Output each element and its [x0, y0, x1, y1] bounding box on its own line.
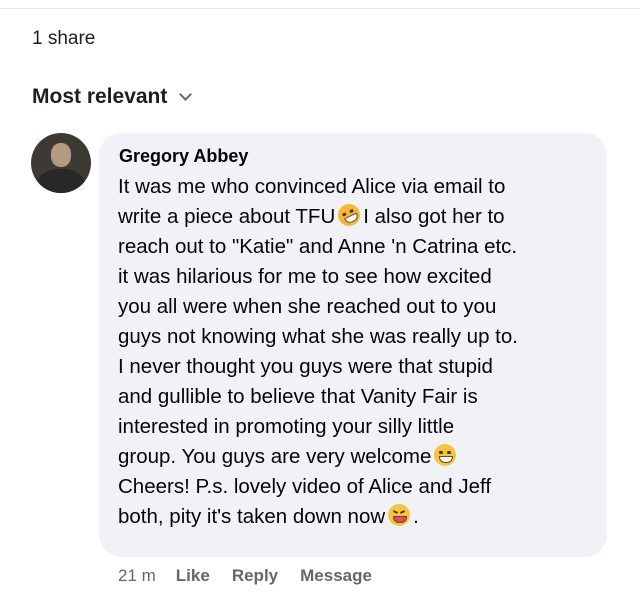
comment-actions: 21 m Like Reply Message	[118, 566, 394, 586]
rolling-laughing-emoji-icon	[334, 200, 364, 230]
comment-text: I also got her to	[363, 205, 505, 228]
comment-line: Cheers! P.s. lovely video of Alice and J…	[118, 475, 492, 498]
avatar[interactable]	[31, 133, 91, 193]
comment-line: I never thought you guys were that stupi…	[118, 355, 493, 378]
comment-author[interactable]: Gregory Abbey	[119, 146, 248, 167]
squinting-tongue-emoji-icon	[388, 504, 411, 526]
share-count[interactable]: 1 share	[32, 28, 95, 50]
comment-text: .	[413, 505, 419, 528]
comment-text: group. You guys are very welcome	[118, 445, 432, 468]
comment-text: write a piece about TFU	[118, 205, 336, 228]
like-button[interactable]: Like	[176, 566, 210, 586]
chevron-down-icon	[179, 87, 193, 101]
comment-line: write a piece about TFU I also got her to	[118, 200, 600, 232]
comment-line: interested in promoting your silly littl…	[118, 415, 455, 438]
comment-line: group. You guys are very welcome	[118, 442, 600, 472]
comment-line: guys not knowing what she was really up …	[118, 325, 518, 348]
comment-line: you all were when she reached out to you	[118, 295, 497, 318]
sort-label: Most relevant	[32, 85, 168, 108]
comment-body: It was me who convinced Alice via email …	[118, 172, 600, 532]
comment-line: reach out to "Katie" and Anne 'n Catrina…	[118, 235, 518, 258]
message-button[interactable]: Message	[300, 566, 372, 586]
reply-button[interactable]: Reply	[232, 566, 278, 586]
comment-text: both, pity it's taken down now	[118, 505, 386, 528]
avatar-body	[37, 169, 85, 193]
comment-line: both, pity it's taken down now.	[118, 502, 600, 532]
comment-line: and gullible to believe that Vanity Fair…	[118, 385, 478, 408]
comment-line: it was hilarious for me to see how excit…	[118, 265, 492, 288]
comment-timestamp[interactable]: 21 m	[118, 566, 156, 586]
grinning-emoji-icon	[434, 444, 457, 466]
comment-line: It was me who convinced Alice via email …	[118, 175, 506, 198]
comment-sort-dropdown[interactable]: Most relevant	[32, 85, 193, 109]
avatar-head	[51, 143, 71, 167]
top-divider	[0, 8, 640, 9]
